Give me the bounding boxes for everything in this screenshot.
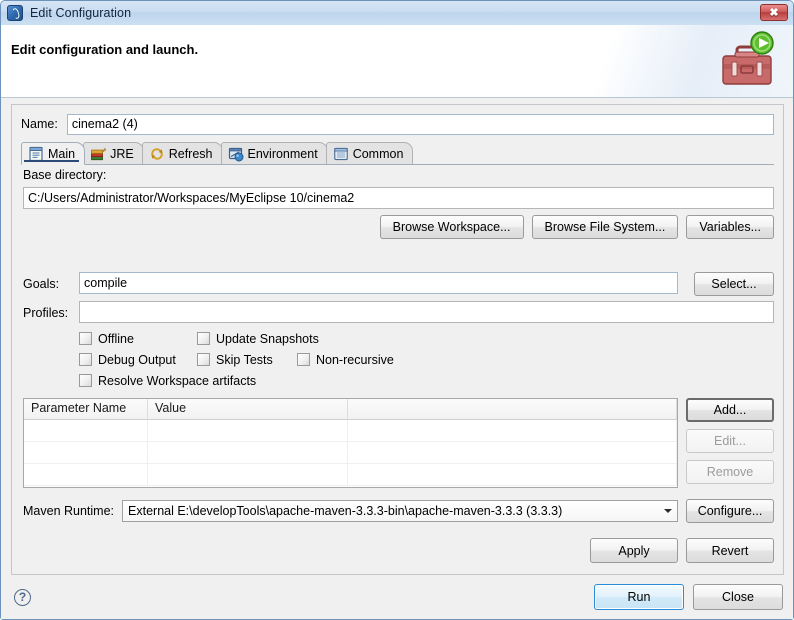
apply-revert-row: Apply Revert: [590, 538, 774, 563]
table-row[interactable]: [24, 442, 677, 464]
column-header-extra[interactable]: [348, 399, 677, 419]
tab-active-underline: [24, 160, 80, 162]
tab-common-label: Common: [352, 146, 404, 161]
tab-main-label: Main: [48, 146, 76, 161]
environment-icon: [228, 146, 244, 162]
browse-file-system-button[interactable]: Browse File System...: [531, 215, 679, 239]
checkbox-update-snapshots-box[interactable]: [197, 332, 210, 345]
checkbox-debug-output-label: Debug Output: [98, 352, 176, 367]
add-parameter-button[interactable]: Add...: [686, 398, 774, 422]
table-cell-value: [148, 442, 348, 463]
parameters-side-buttons: Add... Edit... Remove: [686, 398, 774, 484]
configuration-form-panel: Name: Main: [11, 104, 784, 575]
maven-runtime-row: Maven Runtime: External E:\developTools\…: [23, 499, 774, 523]
books-jre-icon: [90, 146, 107, 162]
help-icon[interactable]: ?: [14, 588, 31, 606]
dialog-action-buttons: Run Close: [594, 584, 783, 610]
checkbox-offline-box[interactable]: [79, 332, 92, 345]
checkbox-skip-tests-label: Skip Tests: [216, 352, 273, 367]
dialog-client-area: Name: Main: [1, 98, 793, 619]
dialog-button-bar: ? Run Close: [1, 575, 793, 619]
checkbox-debug-output-box[interactable]: [79, 353, 92, 366]
name-input[interactable]: [66, 113, 774, 135]
table-cell-value: [148, 420, 348, 441]
table-cell-name: [24, 464, 148, 485]
tab-common[interactable]: Common: [325, 142, 414, 164]
main-tab-page: Base directory: Browse Workspace... Brow…: [21, 164, 774, 566]
close-icon[interactable]: ✖: [760, 4, 788, 21]
base-directory-label: Base directory:: [23, 168, 107, 182]
column-header-parameter-name[interactable]: Parameter Name: [24, 399, 148, 419]
checkbox-resolve-workspace-artifacts-label: Resolve Workspace artifacts: [98, 373, 257, 388]
tab-jre[interactable]: JRE: [83, 142, 144, 164]
table-cell-name: [24, 420, 148, 441]
maven-runtime-label: Maven Runtime:: [23, 504, 115, 518]
checkbox-row-2: Debug Output Skip Tests Non-recursive: [79, 349, 774, 370]
table-cell-value: [148, 464, 348, 485]
parameters-table-header: Parameter Name Value: [24, 399, 677, 420]
base-directory-input[interactable]: [23, 187, 774, 209]
name-row: Name:: [21, 113, 774, 135]
configure-button[interactable]: Configure...: [686, 499, 774, 523]
maven-runtime-value: External E:\developTools\apache-maven-3.…: [128, 504, 563, 518]
tab-refresh-label: Refresh: [168, 146, 213, 161]
checkbox-row-1: Offline Update Snapshots: [79, 328, 774, 349]
tab-strip: Main JRE Refresh Environment Common: [21, 141, 774, 165]
tab-environment-label: Environment: [247, 146, 318, 161]
checkbox-offline-label: Offline: [98, 331, 134, 346]
browse-workspace-button[interactable]: Browse Workspace...: [379, 215, 524, 239]
goals-input[interactable]: [79, 272, 678, 294]
checkbox-debug-output[interactable]: Debug Output: [79, 353, 197, 367]
run-button[interactable]: Run: [594, 584, 684, 610]
column-header-value[interactable]: Value: [148, 399, 348, 419]
tab-jre-label: JRE: [110, 146, 134, 161]
build-options-checkboxes: Offline Update Snapshots Debug Output Sk…: [79, 328, 774, 391]
tab-refresh[interactable]: Refresh: [141, 142, 223, 164]
checkbox-non-recursive-box[interactable]: [297, 353, 310, 366]
browse-buttons-row: Browse Workspace... Browse File System..…: [379, 215, 774, 239]
profiles-label: Profiles:: [23, 306, 69, 320]
name-label: Name:: [21, 117, 58, 131]
checkbox-resolve-workspace-artifacts[interactable]: Resolve Workspace artifacts: [79, 374, 256, 388]
common-list-icon: [333, 146, 349, 162]
goals-select-button[interactable]: Select...: [694, 272, 774, 296]
table-cell-name: [24, 442, 148, 463]
title-bar: Edit Configuration ✖: [1, 1, 793, 25]
checkbox-non-recursive-label: Non-recursive: [316, 352, 394, 367]
checkbox-skip-tests-box[interactable]: [197, 353, 210, 366]
table-cell-extra: [348, 442, 677, 463]
variables-button[interactable]: Variables...: [686, 215, 774, 239]
table-row[interactable]: [24, 420, 677, 442]
checkbox-row-3: Resolve Workspace artifacts: [79, 370, 774, 391]
revert-button[interactable]: Revert: [686, 538, 774, 563]
tab-environment[interactable]: Environment: [220, 142, 328, 164]
checkbox-offline[interactable]: Offline: [79, 332, 197, 346]
checkbox-update-snapshots[interactable]: Update Snapshots: [197, 332, 319, 346]
toolbox-with-run-icon: [715, 30, 779, 92]
apply-button[interactable]: Apply: [590, 538, 678, 563]
checkbox-update-snapshots-label: Update Snapshots: [216, 331, 319, 346]
maven-runtime-select[interactable]: External E:\developTools\apache-maven-3.…: [122, 500, 678, 522]
table-row[interactable]: [24, 464, 677, 486]
checkbox-resolve-workspace-artifacts-box[interactable]: [79, 374, 92, 387]
checkbox-skip-tests[interactable]: Skip Tests: [197, 353, 297, 367]
edit-parameter-button: Edit...: [686, 429, 774, 453]
table-cell-extra: [348, 464, 677, 485]
goals-label: Goals:: [23, 277, 60, 291]
checkbox-non-recursive[interactable]: Non-recursive: [297, 353, 394, 367]
chevron-down-icon[interactable]: [659, 501, 677, 521]
table-cell-extra: [348, 420, 677, 441]
myeclipse-logo-icon: [7, 5, 23, 21]
refresh-arrows-icon: [149, 146, 165, 162]
close-button[interactable]: Close: [693, 584, 783, 610]
tab-main[interactable]: Main: [21, 142, 86, 165]
banner-heading: Edit configuration and launch.: [11, 42, 199, 57]
parameters-table[interactable]: Parameter Name Value: [23, 398, 678, 488]
edit-configuration-window: Edit Configuration ✖ Edit configuration …: [0, 0, 794, 620]
window-title: Edit Configuration: [30, 6, 132, 20]
profiles-input[interactable]: [79, 301, 774, 323]
remove-parameter-button: Remove: [686, 460, 774, 484]
banner: Edit configuration and launch.: [1, 25, 793, 98]
